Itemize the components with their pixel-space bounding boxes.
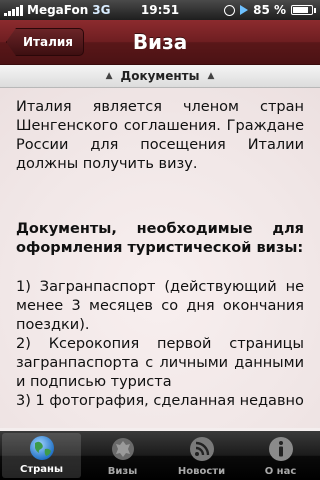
rss-icon [187, 434, 217, 464]
arrow-up-icon: ▲ [207, 71, 215, 81]
status-bar: MegaFon 3G 19:51 85 % [0, 0, 320, 20]
tab-label: О нас [264, 466, 297, 477]
tab-countries[interactable]: Страны [2, 433, 81, 478]
navigation-bar: Виза Италия [0, 20, 320, 65]
section-header[interactable]: ▲ Документы ▲ [0, 65, 320, 88]
rotation-lock-icon [224, 4, 236, 16]
play-icon [240, 5, 249, 15]
arrow-up-icon: ▲ [105, 71, 113, 81]
document-item: 1) Загранпаспорт (действующий не менее 3… [16, 279, 304, 333]
info-icon [266, 434, 296, 464]
intro-paragraph: Италия является членом стран Шенгенского… [16, 99, 304, 172]
back-button[interactable]: Италия [6, 28, 84, 56]
status-right: 85 % [224, 3, 316, 17]
document-item: 3) 1 фотография, сделанная недавно [16, 393, 304, 409]
tab-bar: Страны Визы Новости О нас [0, 431, 320, 480]
tab-label: Визы [107, 466, 138, 477]
battery-percent: 85 % [253, 3, 286, 17]
tab-visas[interactable]: Визы [83, 431, 162, 480]
tab-news[interactable]: Новости [162, 431, 241, 480]
tab-about[interactable]: О нас [241, 431, 320, 480]
documents-heading: Документы, необходимые для оформления ту… [16, 221, 304, 256]
visa-info-content[interactable]: Италия является членом стран Шенгенского… [0, 88, 320, 428]
document-item: 2) Ксерокопия первой страницы загранпасп… [16, 336, 304, 390]
battery-icon [291, 5, 316, 15]
section-label: Документы [120, 69, 200, 83]
emblem-icon [108, 434, 138, 464]
globe-icon [27, 433, 57, 462]
tab-label: Новости [177, 466, 226, 477]
tab-label: Страны [20, 464, 63, 475]
